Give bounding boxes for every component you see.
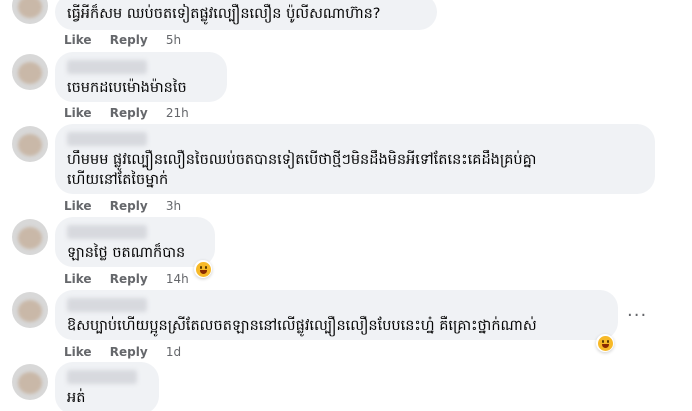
- comment-text-line-2: ហើយនៅតែចៃម្នាក់: [67, 172, 169, 188]
- comment-actions: Like Reply 21h: [64, 106, 203, 120]
- avatar[interactable]: [12, 126, 48, 162]
- comments-feed: ធ្វើអីក៏សម ឈប់ចតទៀតផ្លូវល្បឿនលឿន ប៉ូលីសណ…: [0, 0, 692, 411]
- like-button[interactable]: Like: [64, 33, 92, 47]
- comment-actions: Like Reply 14h: [64, 272, 203, 286]
- timestamp[interactable]: 5h: [166, 33, 181, 47]
- like-button[interactable]: Like: [64, 199, 92, 213]
- like-button[interactable]: Like: [64, 106, 92, 120]
- comment-text: អត់: [67, 390, 86, 406]
- reply-button[interactable]: Reply: [110, 199, 148, 213]
- avatar[interactable]: [12, 292, 48, 328]
- like-button[interactable]: Like: [64, 345, 92, 359]
- author-name[interactable]: [67, 60, 147, 74]
- comment-actions: Like Reply 5h: [64, 33, 195, 47]
- comment-bubble: ហឹមមម ផ្លូវល្បឿនលឿនចៃឈប់ចតបានទៀតបើថាថ្មី…: [55, 124, 655, 194]
- comment-bubble: ធ្វើអីក៏សម ឈប់ចតទៀតផ្លូវល្បឿនលឿន ប៉ូលីសណ…: [55, 0, 437, 30]
- reply-button[interactable]: Reply: [110, 106, 148, 120]
- author-name[interactable]: [67, 225, 147, 239]
- comment-text: ឡានថ្លៃ ចតណាក៏បាន: [67, 245, 186, 261]
- comment-actions: Like Reply 1d: [64, 345, 195, 359]
- like-button[interactable]: Like: [64, 272, 92, 286]
- timestamp[interactable]: 14h: [166, 272, 189, 286]
- avatar[interactable]: [12, 219, 48, 255]
- reply-button[interactable]: Reply: [110, 33, 148, 47]
- comment-text: ចេមកដបេម៉ោងម៉ានចៃ: [67, 80, 187, 96]
- comment-text: ឱសប្បាប់ហើយប្អូនស្រីតែលចតឡាននៅលើផ្លូវល្ប…: [67, 318, 537, 334]
- timestamp[interactable]: 1d: [166, 345, 181, 359]
- comment-bubble: ឡានថ្លៃ ចតណាក៏បាន: [55, 217, 215, 267]
- avatar[interactable]: [12, 0, 48, 24]
- comment-bubble: ឱសប្បាប់ហើយប្អូនស្រីតែលចតឡាននៅលើផ្លូវល្ប…: [55, 290, 618, 340]
- comment-bubble: ចេមកដបេម៉ោងម៉ានចៃ: [55, 52, 227, 102]
- comment-actions: Like Reply 3h: [64, 199, 195, 213]
- timestamp[interactable]: 21h: [166, 106, 189, 120]
- reply-button[interactable]: Reply: [110, 272, 148, 286]
- timestamp[interactable]: 3h: [166, 199, 181, 213]
- author-name[interactable]: [67, 298, 147, 312]
- avatar[interactable]: [12, 54, 48, 90]
- haha-emoji-icon[interactable]: [596, 334, 614, 352]
- more-options-icon[interactable]: ···: [627, 305, 647, 326]
- comment-text-line-1: ហឹមមម ផ្លូវល្បឿនលឿនចៃឈប់ចតបានទៀតបើថាថ្មី…: [67, 152, 537, 168]
- reply-button[interactable]: Reply: [110, 345, 148, 359]
- avatar[interactable]: [12, 364, 48, 400]
- comment-bubble: អត់: [55, 362, 159, 411]
- author-name[interactable]: [67, 370, 137, 384]
- author-name[interactable]: [67, 132, 147, 146]
- comment-text: ធ្វើអីក៏សម ឈប់ចតទៀតផ្លូវល្បឿនលឿន ប៉ូលីសណ…: [67, 6, 381, 22]
